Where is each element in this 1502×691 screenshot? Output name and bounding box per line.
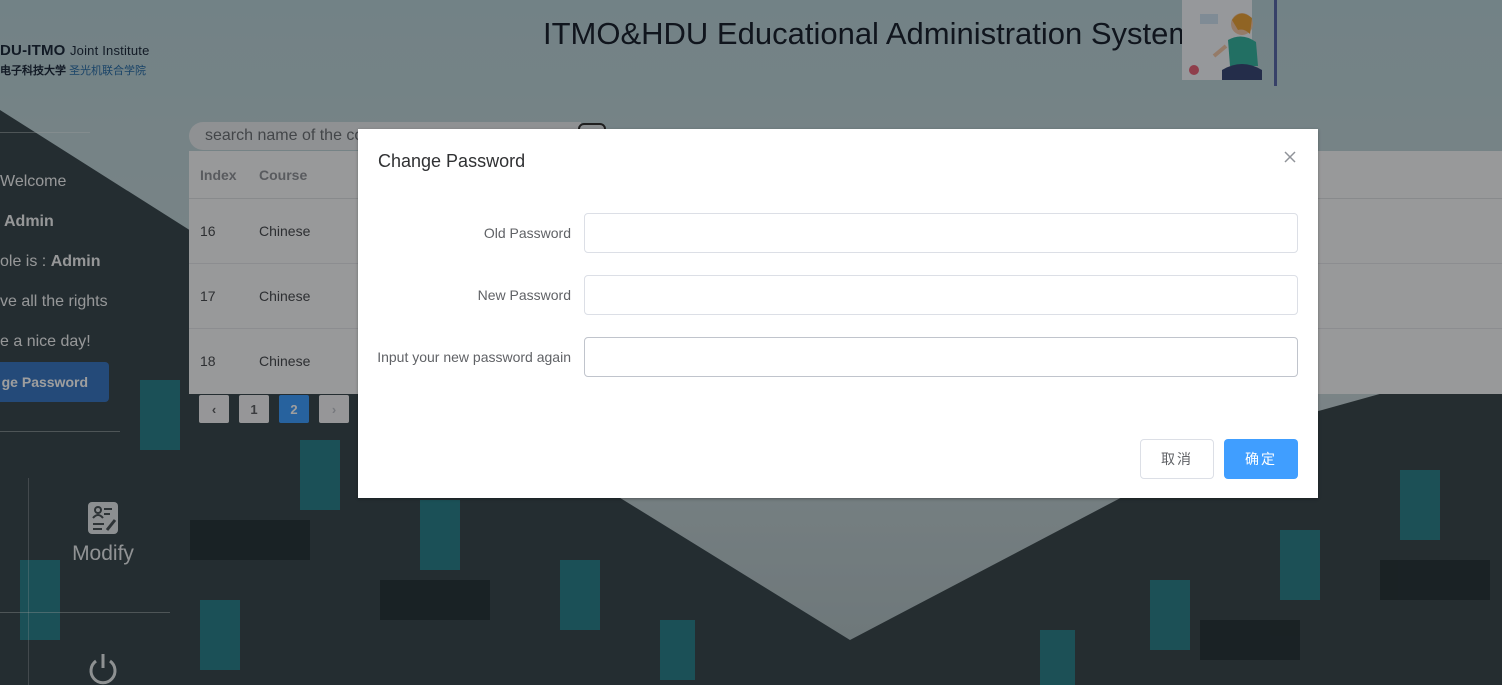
new-password-field[interactable] [584, 275, 1298, 315]
change-password-dialog: Change Password Old Password New Passwor… [358, 129, 1318, 498]
cancel-button[interactable]: 取消 [1140, 439, 1214, 479]
confirm-password-label: Input your new password again [377, 349, 571, 365]
confirm-button[interactable]: 确定 [1224, 439, 1298, 479]
confirm-password-field[interactable] [584, 337, 1298, 377]
old-password-label: Old Password [483, 225, 571, 241]
close-icon[interactable] [1282, 149, 1298, 165]
old-password-field[interactable] [584, 213, 1298, 253]
dialog-title: Change Password [378, 151, 526, 171]
new-password-label: New Password [477, 287, 571, 303]
